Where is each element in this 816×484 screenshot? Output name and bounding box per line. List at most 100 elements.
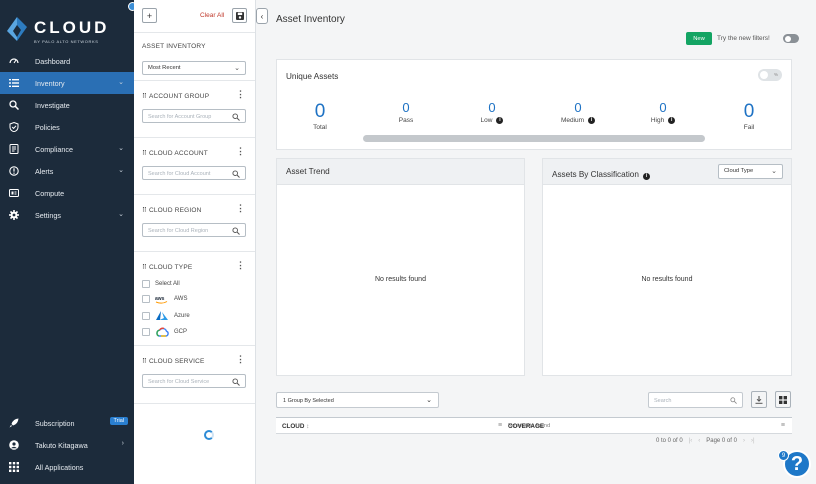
sidebar-item-inventory[interactable]: Inventory ⌄ — [0, 72, 134, 94]
cloud-region-title[interactable]: ⠿ CLOUD REGION — [142, 206, 202, 214]
checkbox[interactable] — [142, 312, 150, 320]
last-page-icon[interactable]: ›| — [751, 438, 755, 444]
percent-toggle[interactable]: % — [758, 69, 782, 81]
chevron-down-icon: ⌄ — [118, 79, 124, 86]
cloud-region-search[interactable]: Search for Cloud Region — [142, 223, 246, 237]
trial-badge: Trial — [109, 417, 128, 425]
filter-toolbar: + Clear All — [142, 8, 250, 26]
more-vertical-icon[interactable]: ⋮ — [236, 147, 245, 156]
stat-medium[interactable]: 0 Medium i — [548, 101, 608, 124]
asset-trend-title: Asset Trend — [286, 167, 330, 176]
new-filters-toggle[interactable] — [783, 34, 799, 43]
sidebar-item-settings[interactable]: Settings ⌄ — [0, 204, 134, 226]
sidebar-item-alerts[interactable]: Alerts ⌄ — [0, 160, 134, 182]
card-header: Assets By Classification i Cloud Type ⌄ — [543, 159, 791, 185]
stat-label: High — [650, 117, 665, 124]
sidebar-item-policies[interactable]: Policies — [0, 116, 134, 138]
more-vertical-icon[interactable]: ⋮ — [236, 261, 245, 270]
group-by-select[interactable]: 1 Group By Selected ⌄ — [276, 392, 439, 408]
sidebar-item-compute[interactable]: Compute — [0, 182, 134, 204]
column-header-cloud[interactable]: CLOUD ↕ — [282, 423, 309, 430]
prev-page-icon[interactable]: ‹ — [698, 438, 700, 444]
chevron-down-icon: ⌄ — [771, 168, 777, 175]
cloud-service-search[interactable]: Search for Cloud Service — [142, 374, 246, 388]
drag-handle-icon[interactable]: ≡ — [781, 422, 785, 429]
drag-handle-icon[interactable]: ≡ — [498, 422, 502, 429]
more-vertical-icon[interactable]: ⋮ — [236, 204, 245, 213]
card-header: Asset Trend — [277, 159, 524, 185]
sidebar-item-subscription[interactable]: Subscription Trial — [0, 412, 134, 434]
classification-title: Assets By Classification — [552, 170, 639, 179]
brand-logo[interactable]: CLOUD BY PALO ALTO NETWORKS — [7, 15, 125, 47]
cloud-account-title[interactable]: ⠿ CLOUD ACCOUNT — [142, 149, 208, 157]
cloud-service-label: CLOUD SERVICE — [148, 358, 205, 365]
classification-title-row: Assets By Classification i — [552, 170, 650, 180]
sort-select[interactable]: Most Recent ⌄ — [142, 61, 246, 75]
download-icon — [755, 395, 763, 404]
clear-all-link[interactable]: Clear All — [200, 12, 224, 19]
divider — [134, 403, 255, 404]
more-vertical-icon[interactable]: ⋮ — [236, 90, 245, 99]
search-icon — [232, 112, 240, 121]
collapse-filters-button[interactable]: ‹ — [256, 8, 268, 24]
cloud-service-title[interactable]: ⠿ CLOUD SERVICE — [142, 357, 205, 365]
stat-total[interactable]: 0 Total — [290, 102, 350, 131]
sidebar-item-user[interactable]: Takuto Kitagawa › — [0, 434, 134, 456]
sidebar-item-label: Alerts — [35, 166, 54, 176]
classification-select[interactable]: Cloud Type ⌄ — [718, 164, 783, 179]
account-group-title[interactable]: ⠿ ACCOUNT GROUP — [142, 92, 209, 100]
cloud-type-option-azure[interactable]: Azure — [142, 310, 190, 322]
columns-button[interactable] — [775, 391, 791, 408]
stat-fail[interactable]: 0 Fail — [719, 102, 779, 131]
cloud-region-label: CLOUD REGION — [148, 207, 202, 214]
checkbox[interactable] — [142, 328, 150, 336]
asset-inventory-section-title: ASSET INVENTORY — [142, 43, 206, 50]
cloud-account-search[interactable]: Search for Cloud Account — [142, 166, 246, 180]
gcp-label: GCP — [174, 329, 188, 335]
sidebar-item-label: Compute — [35, 188, 65, 198]
cloud-type-title[interactable]: ⠿ CLOUD TYPE — [142, 263, 192, 271]
add-filter-button[interactable]: + — [142, 8, 157, 23]
select-all-label: Select All — [155, 281, 180, 287]
save-filter-button[interactable] — [232, 8, 247, 23]
stat-pass[interactable]: 0 Pass — [376, 101, 436, 124]
divider — [134, 137, 255, 138]
checkbox[interactable] — [142, 280, 150, 288]
more-vertical-icon[interactable]: ⋮ — [236, 355, 245, 364]
info-icon[interactable]: i — [668, 117, 676, 124]
checkbox[interactable] — [142, 295, 150, 303]
chevron-left-icon: ‹ — [260, 11, 264, 21]
try-new-filters-label: Try the new filters! — [717, 35, 770, 42]
stat-high[interactable]: 0 High i — [633, 101, 693, 124]
sidebar-item-dashboard[interactable]: Dashboard — [0, 50, 134, 72]
info-icon[interactable]: i — [496, 117, 504, 124]
sidebar-item-compliance[interactable]: Compliance ⌄ — [0, 138, 134, 160]
column-label: CLOUD — [282, 423, 305, 430]
info-icon[interactable]: i — [642, 173, 650, 180]
cloud-type-option-aws[interactable]: aws AWS — [142, 293, 187, 305]
alert-icon — [8, 165, 20, 177]
column-header-coverage[interactable]: COVERAGE — [508, 423, 544, 430]
cloud-service-placeholder: Search for Cloud Service — [148, 378, 210, 385]
search-icon — [232, 377, 240, 386]
cloud-type-option-gcp[interactable]: GCP — [142, 326, 187, 338]
chevron-down-icon: ⌄ — [118, 211, 124, 218]
select-all-option[interactable]: Select All — [142, 278, 180, 290]
account-group-search[interactable]: Search for Account Group — [142, 109, 246, 123]
table-search-input[interactable]: Search — [648, 392, 743, 408]
sidebar-item-investigate[interactable]: Investigate — [0, 94, 134, 116]
stat-value: 0 — [314, 101, 326, 122]
unique-assets-title: Unique Assets — [286, 72, 339, 81]
download-button[interactable] — [751, 391, 767, 408]
info-icon[interactable]: i — [588, 117, 596, 124]
list-icon — [8, 77, 20, 89]
first-page-icon[interactable]: |‹ — [689, 438, 693, 444]
dashboard-icon — [8, 55, 20, 67]
cloud-account-placeholder: Search for Cloud Account — [148, 170, 211, 177]
chevron-down-icon: ⌄ — [118, 167, 124, 174]
stat-low[interactable]: 0 Low i — [462, 101, 522, 124]
next-page-icon[interactable]: › — [743, 438, 745, 444]
asset-trend-card: Asset Trend No results found — [276, 158, 525, 376]
sidebar-item-all-applications[interactable]: All Applications — [0, 456, 134, 478]
aws-logo-icon: aws — [155, 295, 169, 304]
